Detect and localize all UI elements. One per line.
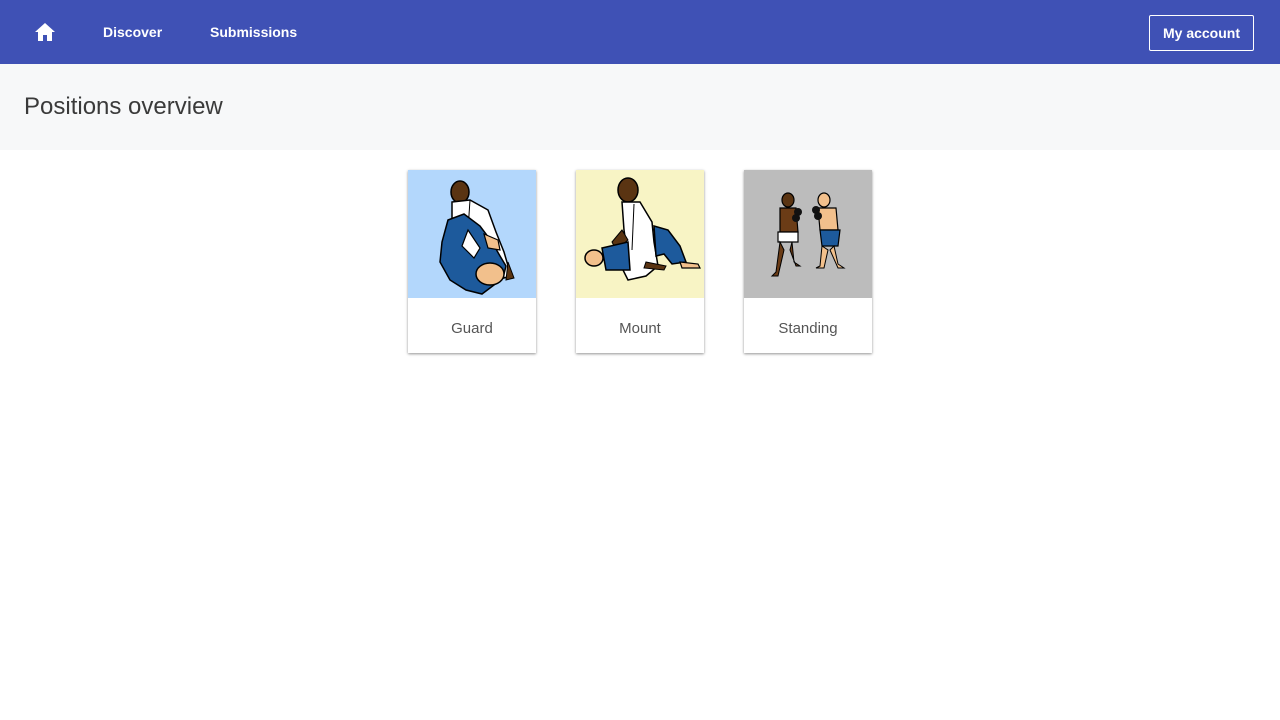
- page-title: Positions overview: [24, 93, 223, 120]
- my-account-button[interactable]: My account: [1149, 15, 1254, 51]
- position-label-guard: Guard: [451, 320, 493, 337]
- home-button[interactable]: [29, 16, 61, 48]
- nav-link-discover[interactable]: Discover: [103, 0, 162, 64]
- position-label-mount: Mount: [619, 320, 661, 337]
- nav-link-submissions[interactable]: Submissions: [210, 0, 297, 64]
- position-card-guard[interactable]: Guard: [408, 170, 536, 353]
- position-card-standing[interactable]: Standing: [744, 170, 872, 353]
- mount-illustration: [576, 170, 704, 298]
- home-icon: [35, 23, 55, 41]
- top-navbar: Discover Submissions My account: [0, 0, 1280, 64]
- guard-illustration: [408, 170, 536, 298]
- position-card-mount[interactable]: Mount: [576, 170, 704, 353]
- standing-illustration: [744, 170, 872, 298]
- position-label-standing: Standing: [778, 320, 838, 337]
